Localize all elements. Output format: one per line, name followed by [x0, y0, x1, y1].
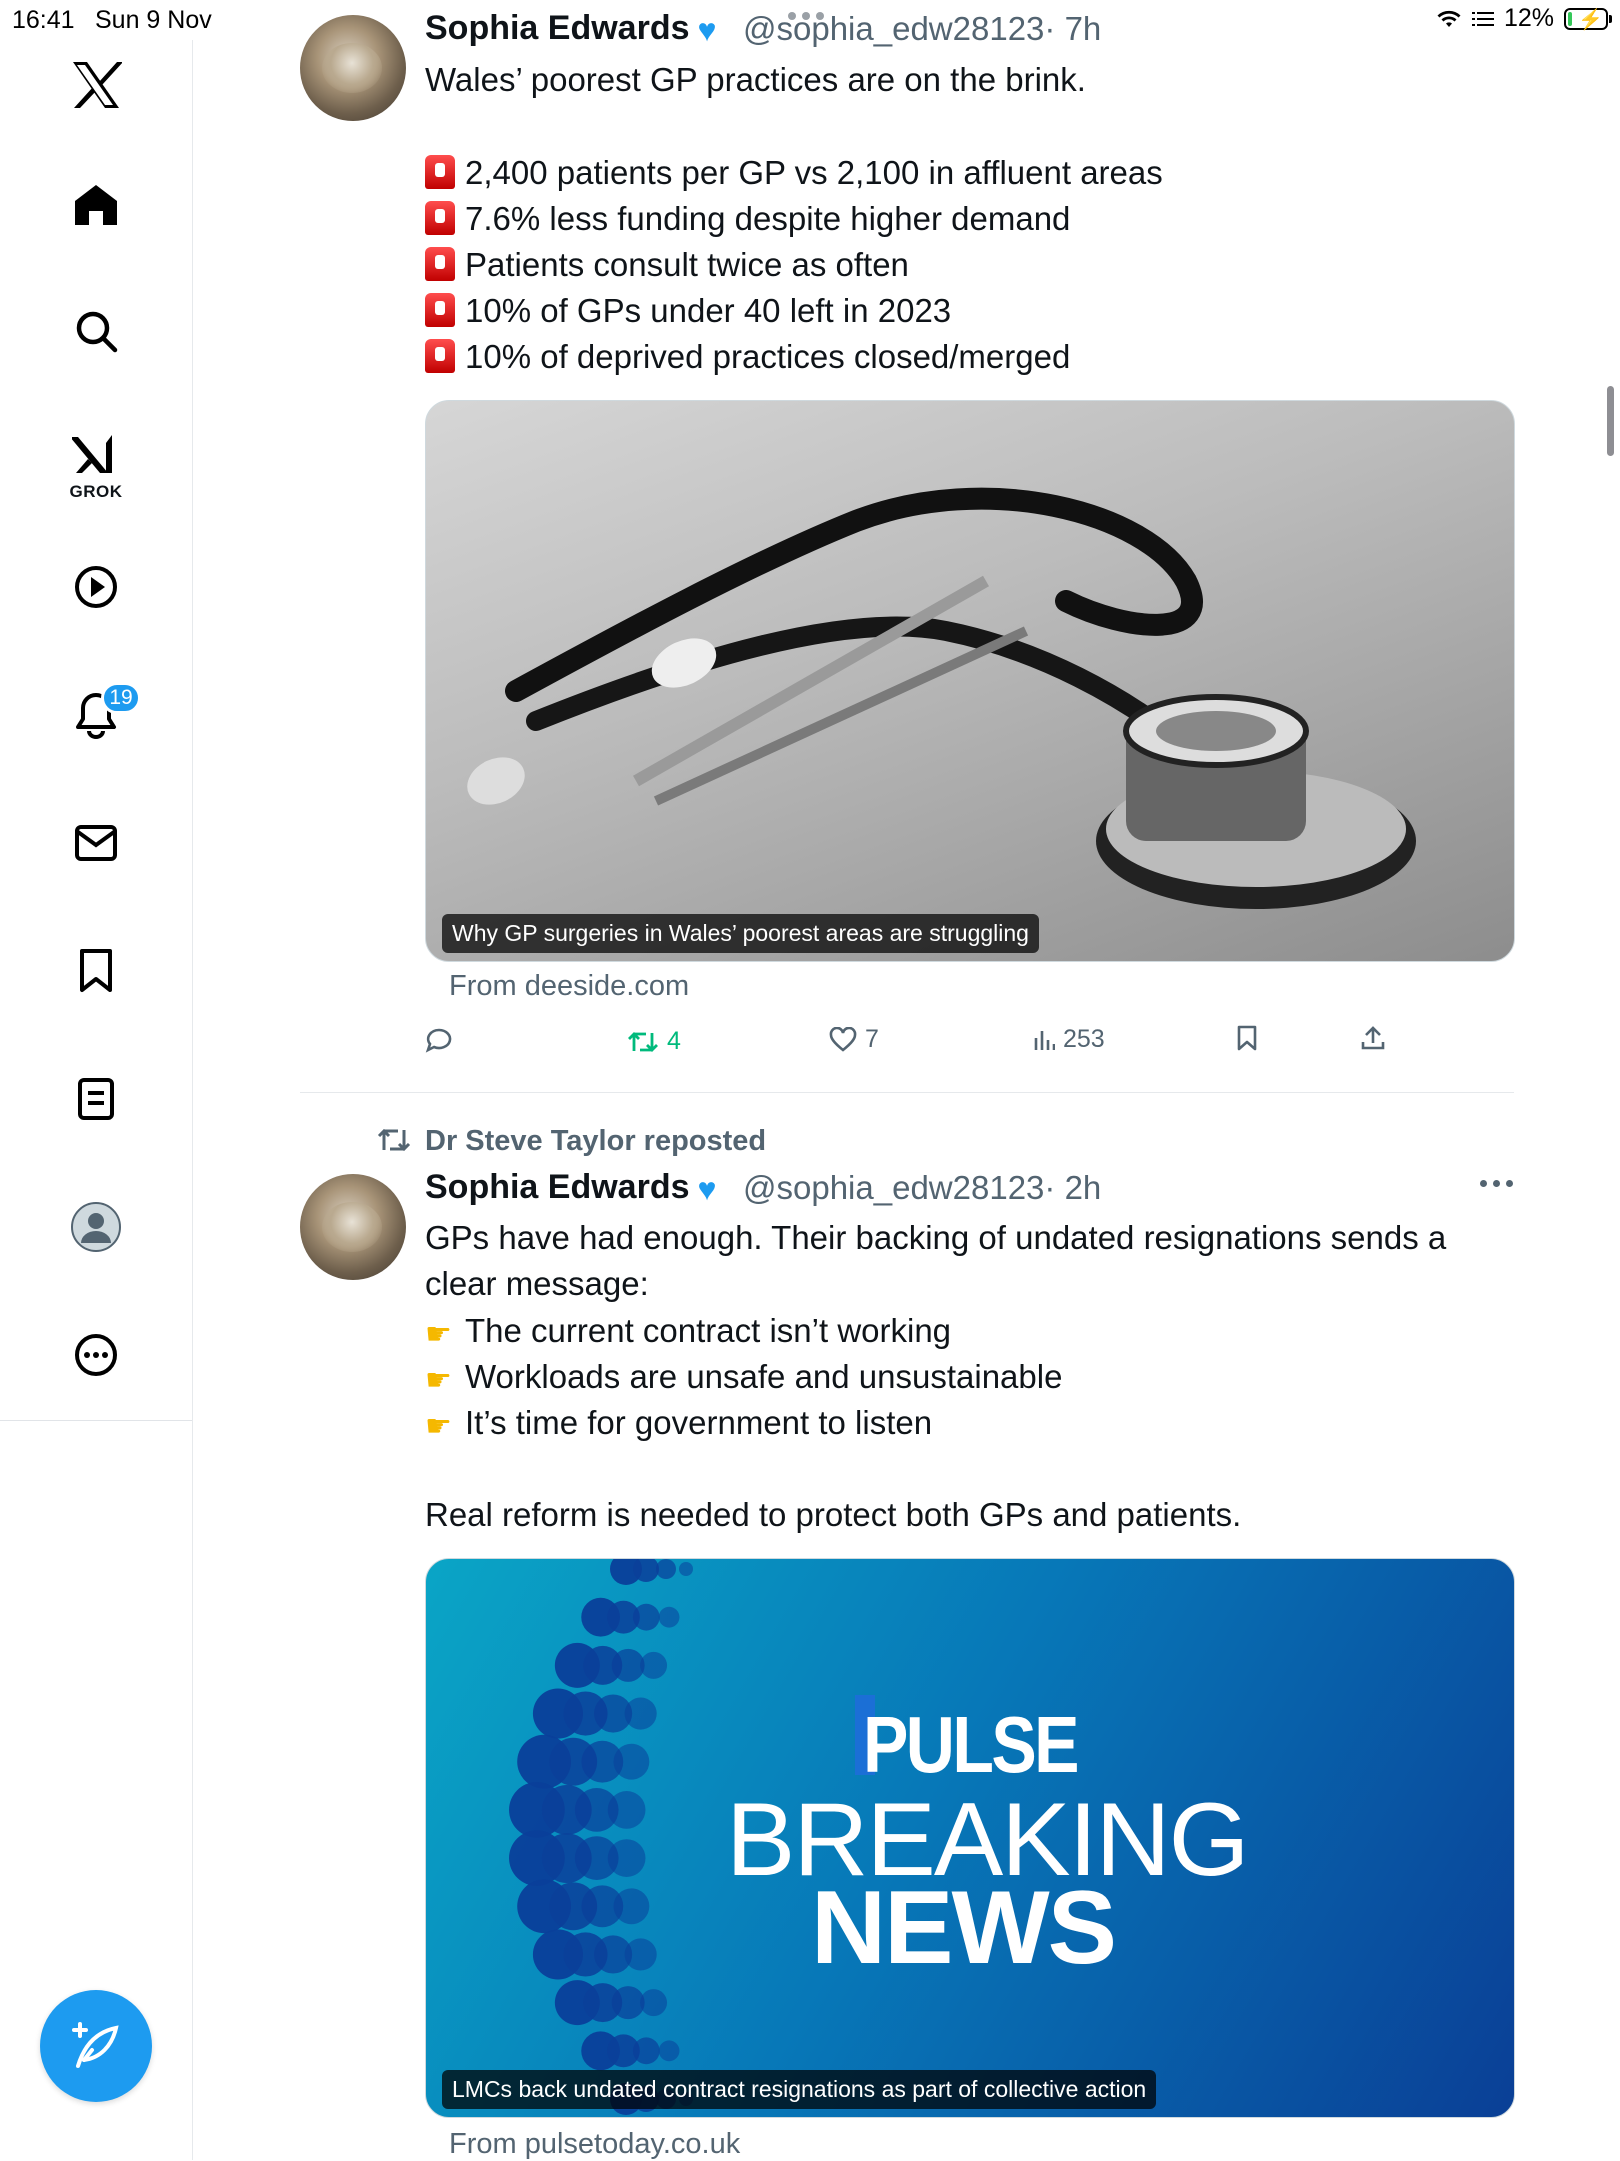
- tweet-text-line: Wales’ poorest GP practices are on the b…: [425, 61, 1086, 98]
- sidebar: GROK 19: [0, 40, 193, 2160]
- link-card-image[interactable]: Why GP surgeries in Wales’ poorest areas…: [425, 400, 1515, 962]
- link-card-source[interactable]: From pulsetoday.co.uk: [449, 2128, 740, 2161]
- tweet-list-item: 2,400 patients per GP vs 2,100 in afflue…: [425, 150, 1163, 196]
- repost-button[interactable]: 4: [627, 1027, 681, 1056]
- tweet-text-line: GPs have had enough. Their backing of un…: [425, 1219, 1447, 1256]
- repost-count: 4: [667, 1027, 681, 1055]
- scrollbar-thumb[interactable]: [1607, 386, 1614, 456]
- siren-emoji-icon: [425, 201, 455, 235]
- tweet-handle[interactable]: @sophia_edw28123· 2h: [743, 1169, 1101, 1207]
- reader-list-icon: [1471, 11, 1494, 26]
- tweet-handle[interactable]: @sophia_edw28123· 7h: [743, 10, 1101, 48]
- siren-emoji-icon: [425, 155, 455, 189]
- tweet-divider: [300, 1092, 1514, 1093]
- more-icon[interactable]: [0, 1310, 192, 1400]
- video-icon[interactable]: [0, 542, 192, 632]
- grok-label: GROK: [69, 482, 123, 501]
- card-headline-news: NEWS: [811, 1870, 1117, 1986]
- tweet-author[interactable]: Sophia Edwards ♥: [425, 1168, 717, 1208]
- battery-percent: 12%: [1503, 4, 1554, 32]
- status-time: 16:41: [12, 6, 75, 34]
- author-avatar[interactable]: [300, 1174, 406, 1280]
- tweet-list-item: Patients consult twice as often: [425, 242, 909, 288]
- like-button[interactable]: 7: [829, 1025, 879, 1054]
- tweet-time: · 7h: [1044, 10, 1102, 47]
- reposted-by-label[interactable]: Dr Steve Taylor reposted: [425, 1125, 766, 1158]
- analytics-icon: [1034, 1030, 1055, 1050]
- bookmark-button[interactable]: [1236, 1025, 1258, 1051]
- pointing-hand-emoji-icon: ☛: [425, 1410, 452, 1443]
- tweet-time: · 2h: [1044, 1169, 1102, 1206]
- tweet-text-line: Real reform is needed to protect both GP…: [425, 1496, 1242, 1533]
- bookmarks-icon[interactable]: [0, 926, 192, 1016]
- views-count: 253: [1063, 1025, 1105, 1053]
- compose-button[interactable]: [40, 1990, 152, 2102]
- compose-feather-icon: [72, 2022, 119, 2068]
- reply-icon: [425, 1028, 452, 1053]
- link-card-image[interactable]: PULSE BREAKING NEWS LMCs back undated co…: [425, 1558, 1515, 2118]
- author-avatar[interactable]: [300, 15, 406, 121]
- link-card-source[interactable]: From deeside.com: [449, 970, 689, 1003]
- notifications-badge: 19: [101, 682, 141, 714]
- wifi-icon: [1437, 10, 1461, 27]
- stethoscope-image: [467, 487, 1416, 909]
- like-count: 7: [865, 1025, 879, 1053]
- heart-icon: [829, 1026, 857, 1052]
- link-card-caption: LMCs back undated contract resignations …: [442, 2070, 1157, 2109]
- siren-emoji-icon: [425, 339, 455, 373]
- pulse-logo: PULSE: [863, 1700, 1080, 1789]
- tweet-more-icon[interactable]: [1480, 1180, 1513, 1187]
- x-logo-icon[interactable]: [0, 40, 192, 130]
- tweet-list-item: 10% of deprived practices closed/merged: [425, 334, 1070, 380]
- share-button[interactable]: [1360, 1025, 1386, 1051]
- messages-icon[interactable]: [0, 798, 192, 888]
- status-date: Sun 9 Nov: [95, 6, 212, 34]
- tweet-author[interactable]: Sophia Edwards ♥: [425, 9, 717, 49]
- pointing-hand-emoji-icon: ☛: [425, 1364, 452, 1397]
- views-button[interactable]: 253: [1033, 1025, 1105, 1054]
- tweet-list-item: ☛ The current contract isn’t working: [425, 1308, 951, 1358]
- profile-icon[interactable]: [0, 1182, 192, 1272]
- battery-icon: ⚡: [1564, 7, 1612, 31]
- reply-button[interactable]: [425, 1027, 453, 1053]
- tweet-list-item: ☛ Workloads are unsafe and unsustainable: [425, 1354, 1062, 1404]
- tweet-list-item: 10% of GPs under 40 left in 2023: [425, 288, 951, 334]
- sidebar-divider: [0, 1420, 192, 1421]
- share-icon: [1361, 1026, 1385, 1050]
- verified-badge-icon: ♥: [697, 12, 717, 48]
- tweet-text-line: clear message:: [425, 1265, 649, 1302]
- siren-emoji-icon: [425, 247, 455, 281]
- lists-icon[interactable]: [0, 1054, 192, 1144]
- tweet-list-item: 7.6% less funding despite higher demand: [425, 196, 1070, 242]
- bookmark-icon: [1237, 1025, 1257, 1051]
- notifications-icon[interactable]: 19: [0, 670, 192, 760]
- tweet-list-item: ☛ It’s time for government to listen: [425, 1400, 932, 1450]
- home-icon[interactable]: [0, 160, 192, 250]
- siren-emoji-icon: [425, 293, 455, 327]
- repost-label-icon: [377, 1128, 411, 1152]
- repost-icon: [628, 1031, 658, 1052]
- search-icon[interactable]: [0, 286, 192, 376]
- status-indicators: 12% ⚡: [1436, 4, 1612, 33]
- pointing-hand-emoji-icon: ☛: [425, 1318, 452, 1351]
- link-card-caption: Why GP surgeries in Wales’ poorest areas…: [442, 914, 1039, 953]
- verified-badge-icon: ♥: [697, 1171, 717, 1207]
